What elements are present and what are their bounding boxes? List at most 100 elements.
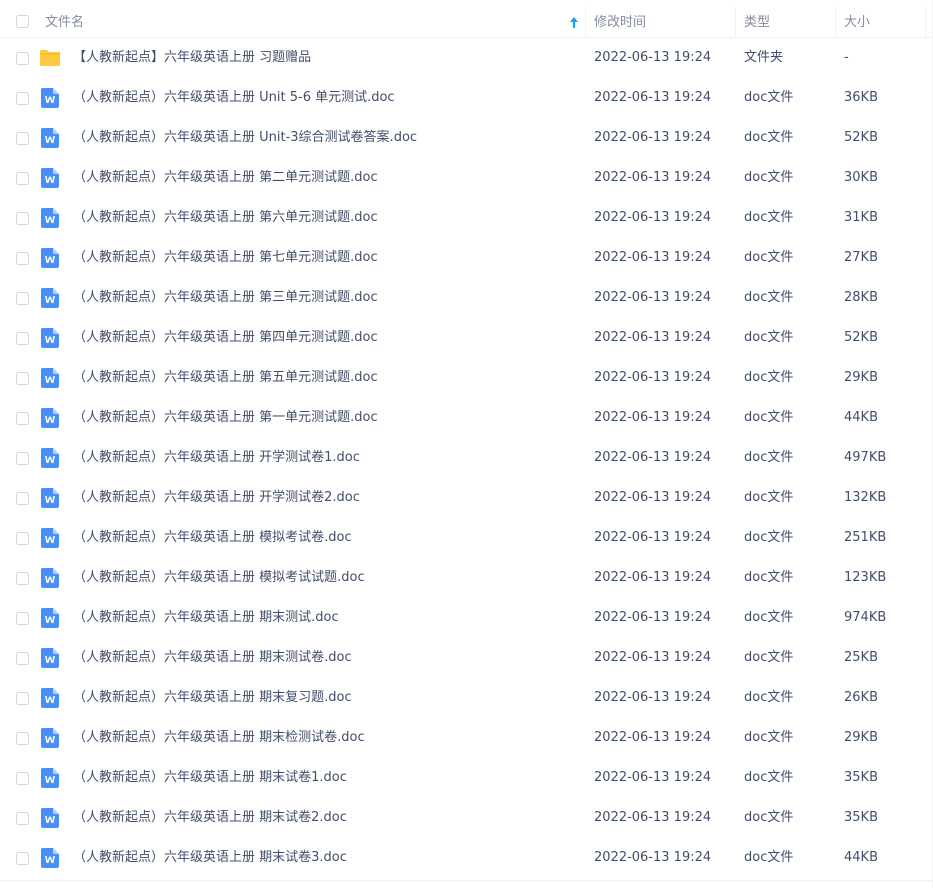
select-all-checkbox[interactable] [16, 15, 29, 28]
file-name[interactable]: （人教新起点）六年级英语上册 第五单元测试题.doc [73, 358, 378, 398]
file-row[interactable]: （人教新起点）六年级英语上册 期末试卷2.doc 2022-06-13 19:24… [0, 798, 933, 838]
file-type: doc文件 [744, 330, 794, 345]
arrow-up-icon[interactable] [569, 16, 579, 29]
file-size: 497KB [844, 450, 887, 465]
file-name[interactable]: （人教新起点）六年级英语上册 第六单元测试题.doc [73, 198, 378, 238]
file-type: doc文件 [744, 610, 794, 625]
row-checkbox[interactable] [16, 372, 29, 385]
file-name[interactable]: （人教新起点）六年级英语上册 开学测试卷1.doc [73, 438, 360, 478]
file-size: - [844, 50, 849, 65]
row-checkbox[interactable] [16, 332, 29, 345]
file-name[interactable]: （人教新起点）六年级英语上册 期末测试.doc [73, 598, 339, 638]
file-name[interactable]: （人教新起点）六年级英语上册 开学测试卷2.doc [73, 478, 360, 518]
file-row[interactable]: （人教新起点）六年级英语上册 开学测试卷1.doc 2022-06-13 19:2… [0, 438, 933, 478]
file-name[interactable]: （人教新起点）六年级英语上册 第一单元测试题.doc [73, 398, 378, 438]
file-size: 132KB [844, 490, 887, 505]
file-row[interactable]: （人教新起点）六年级英语上册 第七单元测试题.doc 2022-06-13 19:… [0, 238, 933, 278]
file-size: 29KB [844, 730, 878, 745]
column-header-name[interactable]: 文件名 [45, 7, 84, 38]
column-header-type[interactable]: 类型 [744, 7, 770, 38]
row-checkbox[interactable] [16, 692, 29, 705]
file-name[interactable]: （人教新起点）六年级英语上册 模拟考试试题.doc [73, 558, 365, 598]
row-checkbox[interactable] [16, 532, 29, 545]
row-checkbox[interactable] [16, 732, 29, 745]
file-size: 52KB [844, 330, 878, 345]
column-divider[interactable] [835, 7, 836, 38]
file-size: 251KB [844, 530, 887, 545]
file-type: doc文件 [744, 250, 794, 265]
file-row[interactable]: （人教新起点）六年级英语上册 期末复习题.doc 2022-06-13 19:24… [0, 678, 933, 718]
row-checkbox[interactable] [16, 452, 29, 465]
file-name[interactable]: （人教新起点）六年级英语上册 第四单元测试题.doc [73, 318, 378, 358]
row-checkbox[interactable] [16, 772, 29, 785]
row-checkbox[interactable] [16, 572, 29, 585]
file-row[interactable]: （人教新起点）六年级英语上册 期末检测试卷.doc 2022-06-13 19:2… [0, 718, 933, 758]
modified-time: 2022-06-13 19:24 [594, 290, 712, 305]
row-checkbox[interactable] [16, 132, 29, 145]
row-checkbox[interactable] [16, 612, 29, 625]
file-name[interactable]: 【人教新起点】六年级英语上册 习题赠品 [73, 38, 311, 78]
file-name[interactable]: （人教新起点）六年级英语上册 期末检测试卷.doc [73, 718, 365, 758]
file-size: 44KB [844, 850, 878, 865]
folder-icon [40, 50, 60, 66]
modified-time: 2022-06-13 19:24 [594, 370, 712, 385]
column-divider[interactable] [925, 7, 926, 38]
file-name[interactable]: （人教新起点）六年级英语上册 期末测试卷.doc [73, 638, 352, 678]
file-name[interactable]: （人教新起点）六年级英语上册 第七单元测试题.doc [73, 238, 378, 278]
file-name[interactable]: （人教新起点）六年级英语上册 期末试卷1.doc [73, 758, 347, 798]
modified-time: 2022-06-13 19:24 [594, 330, 712, 345]
file-row[interactable]: （人教新起点）六年级英语上册 Unit 5-6 单元测试.doc 2022-06-… [0, 78, 933, 118]
row-checkbox[interactable] [16, 812, 29, 825]
column-header-size[interactable]: 大小 [844, 7, 870, 38]
file-name[interactable]: （人教新起点）六年级英语上册 期末试卷3.doc [73, 838, 347, 878]
column-header-time[interactable]: 修改时间 [594, 7, 646, 38]
row-checkbox[interactable] [16, 292, 29, 305]
file-name[interactable]: （人教新起点）六年级英语上册 Unit-3综合测试卷答案.doc [73, 118, 417, 158]
word-doc-icon [41, 208, 59, 228]
file-row[interactable]: （人教新起点）六年级英语上册 模拟考试卷.doc 2022-06-13 19:24… [0, 518, 933, 558]
row-checkbox[interactable] [16, 412, 29, 425]
file-row[interactable]: （人教新起点）六年级英语上册 期末试卷3.doc 2022-06-13 19:24… [0, 838, 933, 878]
file-row[interactable]: （人教新起点）六年级英语上册 第六单元测试题.doc 2022-06-13 19:… [0, 198, 933, 238]
file-name[interactable]: （人教新起点）六年级英语上册 Unit 5-6 单元测试.doc [73, 78, 395, 118]
file-row[interactable]: （人教新起点）六年级英语上册 第三单元测试题.doc 2022-06-13 19:… [0, 278, 933, 318]
file-row[interactable]: （人教新起点）六年级英语上册 第二单元测试题.doc 2022-06-13 19:… [0, 158, 933, 198]
row-checkbox[interactable] [16, 92, 29, 105]
file-row[interactable]: （人教新起点）六年级英语上册 模拟考试试题.doc 2022-06-13 19:2… [0, 558, 933, 598]
row-checkbox[interactable] [16, 52, 29, 65]
column-divider[interactable] [585, 7, 586, 38]
row-checkbox[interactable] [16, 652, 29, 665]
file-type: doc文件 [744, 410, 794, 425]
file-type: doc文件 [744, 690, 794, 705]
file-size: 36KB [844, 90, 878, 105]
row-checkbox[interactable] [16, 852, 29, 865]
file-name[interactable]: （人教新起点）六年级英语上册 期末试卷2.doc [73, 798, 347, 838]
file-row[interactable]: （人教新起点）六年级英语上册 开学测试卷2.doc 2022-06-13 19:2… [0, 478, 933, 518]
column-divider[interactable] [735, 7, 736, 38]
file-row[interactable]: （人教新起点）六年级英语上册 期末测试卷.doc 2022-06-13 19:24… [0, 638, 933, 678]
row-checkbox[interactable] [16, 492, 29, 505]
word-doc-icon [41, 328, 59, 348]
row-checkbox[interactable] [16, 172, 29, 185]
file-name[interactable]: （人教新起点）六年级英语上册 模拟考试卷.doc [73, 518, 352, 558]
file-row[interactable]: （人教新起点）六年级英语上册 期末测试.doc 2022-06-13 19:24 d… [0, 598, 933, 638]
modified-time: 2022-06-13 19:24 [594, 770, 712, 785]
modified-time: 2022-06-13 19:24 [594, 610, 712, 625]
folder-row[interactable]: 【人教新起点】六年级英语上册 习题赠品 2022-06-13 19:24 文件夹 - [0, 38, 933, 78]
word-doc-icon [41, 88, 59, 108]
file-row[interactable]: （人教新起点）六年级英语上册 第一单元测试题.doc 2022-06-13 19:… [0, 398, 933, 438]
file-size: 28KB [844, 290, 878, 305]
row-checkbox[interactable] [16, 252, 29, 265]
row-checkbox[interactable] [16, 212, 29, 225]
file-row[interactable]: （人教新起点）六年级英语上册 期末试卷1.doc 2022-06-13 19:24… [0, 758, 933, 798]
file-name[interactable]: （人教新起点）六年级英语上册 第二单元测试题.doc [73, 158, 378, 198]
word-doc-icon [41, 368, 59, 388]
file-size: 31KB [844, 210, 878, 225]
file-name[interactable]: （人教新起点）六年级英语上册 第三单元测试题.doc [73, 278, 378, 318]
file-name[interactable]: （人教新起点）六年级英语上册 期末复习题.doc [73, 678, 352, 718]
file-type: doc文件 [744, 170, 794, 185]
file-row[interactable]: （人教新起点）六年级英语上册 第五单元测试题.doc 2022-06-13 19:… [0, 358, 933, 398]
file-type: doc文件 [744, 730, 794, 745]
file-row[interactable]: （人教新起点）六年级英语上册 Unit-3综合测试卷答案.doc 2022-06-… [0, 118, 933, 158]
file-row[interactable]: （人教新起点）六年级英语上册 第四单元测试题.doc 2022-06-13 19:… [0, 318, 933, 358]
